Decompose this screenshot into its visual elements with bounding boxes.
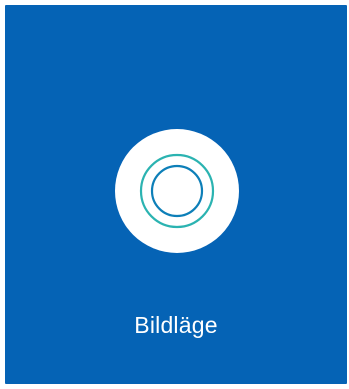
tile-label: Bildläge bbox=[134, 312, 218, 338]
picture-mode-tile[interactable]: Bildläge bbox=[5, 5, 347, 384]
picture-mode-icon bbox=[115, 129, 239, 253]
concentric-rings-icon bbox=[139, 153, 215, 229]
